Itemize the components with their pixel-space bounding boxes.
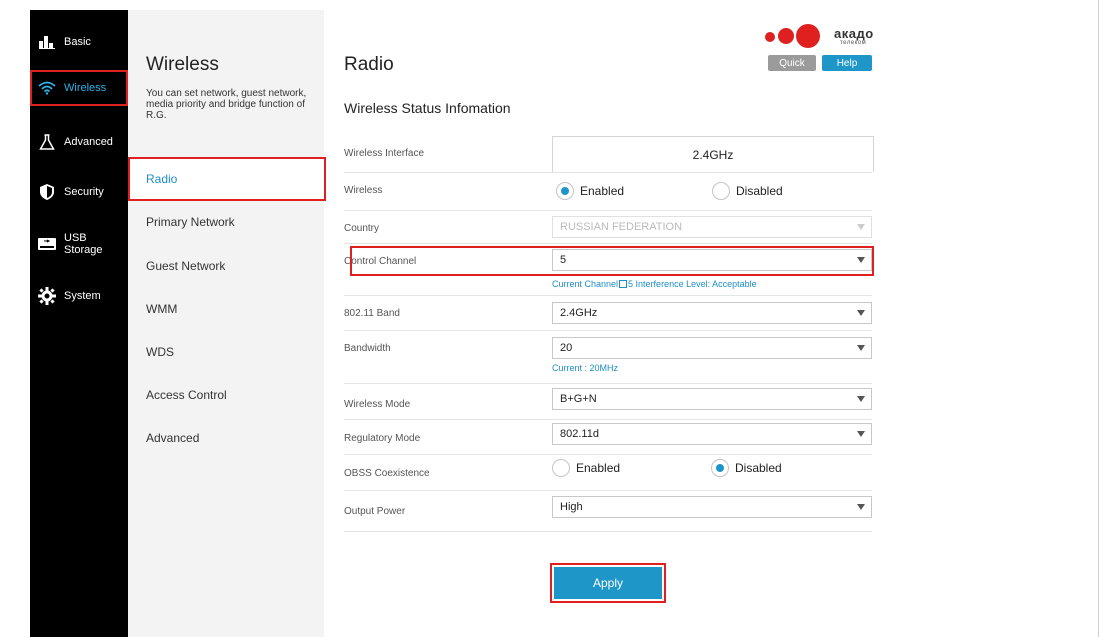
submenu-title: Wireless xyxy=(146,54,219,75)
radio-circle xyxy=(711,459,729,477)
select-value: High xyxy=(560,501,583,513)
regulatory-mode-select[interactable]: 802.11d xyxy=(552,423,872,445)
submenu-item-access-control[interactable]: Access Control xyxy=(128,373,324,417)
field-label: Output Power xyxy=(344,506,406,517)
hint-glyph-icon xyxy=(619,280,628,288)
field-label: Regulatory Mode xyxy=(344,433,421,444)
radio-dot xyxy=(561,187,569,195)
nav-item-advanced[interactable]: Advanced xyxy=(30,124,128,160)
chevron-down-icon xyxy=(857,431,865,437)
nav-label: USB Storage xyxy=(64,232,103,256)
interface-tab-24ghz[interactable]: 2.4GHz xyxy=(552,136,874,172)
field-label: 802.11 Band xyxy=(344,308,400,319)
submenu-item-radio[interactable]: Radio xyxy=(128,157,326,201)
field-label: Wireless Interface xyxy=(344,148,425,159)
select-value: 20 xyxy=(560,342,573,354)
field-label: Wireless Mode xyxy=(344,399,411,410)
logo-text: акадо xyxy=(834,26,874,41)
current-channel-hint: Current Channel 5 Interference Level: Acc… xyxy=(552,279,757,289)
flask-icon xyxy=(38,133,56,151)
wireless-disabled-radio[interactable]: Disabled xyxy=(712,182,783,200)
radio-label: Enabled xyxy=(576,461,621,475)
radio-circle xyxy=(712,182,730,200)
output-power-select[interactable]: High xyxy=(552,496,872,518)
radio-label: Disabled xyxy=(736,184,783,198)
nav-label: Basic xyxy=(64,36,91,48)
nav-item-basic[interactable]: Basic xyxy=(30,24,128,60)
country-select: RUSSIAN FEDERATION xyxy=(552,216,872,238)
row-obss-coexistence: OBSS Coexistence Enabled Disabled xyxy=(344,455,872,491)
band-select[interactable]: 2.4GHz xyxy=(552,302,872,324)
nav-item-security[interactable]: Security xyxy=(30,174,128,210)
apply-button[interactable]: Apply xyxy=(554,567,662,599)
shield-icon xyxy=(38,183,56,201)
submenu-item-advanced[interactable]: Advanced xyxy=(128,416,324,460)
bar-chart-icon xyxy=(38,33,56,51)
logo-subtext: телеком xyxy=(840,40,867,46)
nav-label: Wireless xyxy=(64,82,107,94)
nav-label-line2: Storage xyxy=(64,244,103,256)
hint-suffix: 5 Interference Level: Acceptable xyxy=(628,279,757,289)
nav-label: System xyxy=(64,290,101,302)
chevron-down-icon xyxy=(857,345,865,351)
select-value: RUSSIAN FEDERATION xyxy=(560,221,683,233)
section-title: Wireless Status Infomation xyxy=(344,100,511,116)
nav-item-usb-storage[interactable]: USB Storage xyxy=(30,226,128,262)
field-label: OBSS Coexistence xyxy=(344,468,430,479)
page-title: Radio xyxy=(344,54,394,75)
router-admin-page: Basic Wireless Advanced Security USB Stor… xyxy=(0,0,1104,637)
help-button[interactable]: Help xyxy=(822,55,872,71)
control-channel-highlight xyxy=(350,246,874,276)
submenu-item-wds[interactable]: WDS xyxy=(128,330,324,374)
nav-label-line1: USB xyxy=(64,232,87,244)
nav-item-wireless[interactable]: Wireless xyxy=(30,70,128,106)
nav-label: Advanced xyxy=(64,136,113,148)
radio-dot xyxy=(716,464,724,472)
chevron-down-icon xyxy=(857,396,865,402)
current-bandwidth-hint: Current : 20MHz xyxy=(552,363,619,373)
nav-item-system[interactable]: System xyxy=(30,278,128,314)
hint-prefix: Current Channel xyxy=(552,279,619,289)
chevron-down-icon xyxy=(857,224,865,230)
wifi-icon xyxy=(38,79,56,97)
row-country: Country RUSSIAN FEDERATION xyxy=(344,211,872,244)
akado-logo: акадо телеком xyxy=(762,24,882,48)
submenu-item-wmm[interactable]: WMM xyxy=(128,287,324,331)
row-output-power: Output Power High xyxy=(344,491,872,532)
submenu-item-guest-network[interactable]: Guest Network xyxy=(128,244,324,288)
radio-circle xyxy=(556,182,574,200)
submenu-description: You can set network, guest network, medi… xyxy=(146,88,307,121)
row-wireless: Wireless Enabled Disabled xyxy=(344,173,872,211)
obss-disabled-radio[interactable]: Disabled xyxy=(711,459,782,477)
obss-enabled-radio[interactable]: Enabled xyxy=(552,459,620,477)
row-regulatory-mode: Regulatory Mode 802.11d xyxy=(344,420,872,455)
select-value: 2.4GHz xyxy=(560,307,598,319)
quick-button[interactable]: Quick xyxy=(768,55,816,71)
radio-circle xyxy=(552,459,570,477)
chevron-down-icon xyxy=(857,504,865,510)
usb-storage-icon xyxy=(38,235,56,253)
field-label: Wireless xyxy=(344,185,383,196)
row-band: 802.11 Band 2.4GHz xyxy=(344,296,872,331)
field-label: Bandwidth xyxy=(344,343,391,354)
submenu: Wireless You can set network, guest netw… xyxy=(128,10,326,637)
wireless-mode-select[interactable]: B+G+N xyxy=(552,388,872,410)
main-content: Radio акадо телеком Quick Help Wireless … xyxy=(324,10,1098,637)
row-bandwidth: Bandwidth 20 Current : 20MHz xyxy=(344,331,872,384)
bandwidth-select[interactable]: 20 xyxy=(552,337,872,359)
row-wireless-mode: Wireless Mode B+G+N xyxy=(344,384,872,420)
field-label: Country xyxy=(344,223,380,234)
gear-icon xyxy=(38,287,56,305)
nav-label: Security xyxy=(64,186,104,198)
wireless-enabled-radio[interactable]: Enabled xyxy=(556,182,624,200)
chevron-down-icon xyxy=(857,310,865,316)
radio-label: Enabled xyxy=(580,184,625,198)
main-nav: Basic Wireless Advanced Security USB Stor… xyxy=(30,10,128,637)
apply-button-highlight: Apply xyxy=(550,563,666,603)
select-value: B+G+N xyxy=(560,393,597,405)
submenu-item-primary-network[interactable]: Primary Network xyxy=(128,200,324,244)
window-edge xyxy=(1098,0,1099,637)
radio-label: Disabled xyxy=(735,461,782,475)
select-value: 802.11d xyxy=(560,428,599,440)
